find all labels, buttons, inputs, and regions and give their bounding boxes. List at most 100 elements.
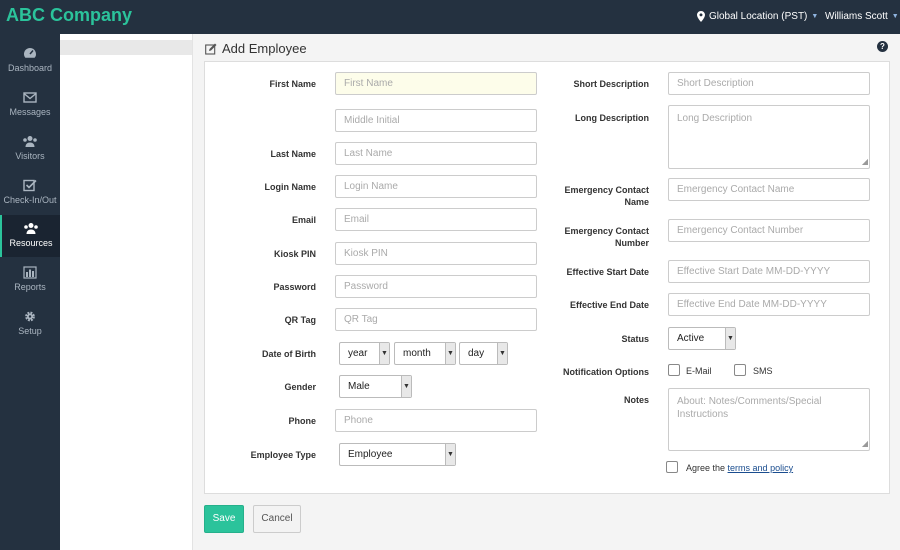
select-value: Male [348, 381, 370, 392]
first-name-input[interactable]: First Name [335, 72, 537, 95]
agree-terms-text: Agree the terms and policy [686, 463, 793, 473]
checkbox-icon [23, 179, 37, 192]
gender-select[interactable]: Male ▼ [339, 375, 412, 398]
notes-placeholder: About: Notes/Comments/Special Instructio… [677, 396, 822, 420]
select-value: year [348, 348, 368, 359]
emergency-name-input[interactable]: Emergency Contact Name [668, 178, 870, 201]
sidebar: Dashboard Messages Visitors Check-In/Out… [0, 34, 60, 550]
login-name-label: Login Name [264, 182, 316, 192]
emergency-name-label-line2: Name [624, 197, 649, 207]
sidebar-item-check-in-out[interactable]: Check-In/Out [0, 172, 60, 214]
notes-textarea[interactable]: About: Notes/Comments/Special Instructio… [668, 388, 870, 451]
top-bar: ABC Company Global Location (PST) ▼ Will… [0, 0, 900, 34]
phone-label: Phone [288, 416, 316, 426]
long-description-label: Long Description [575, 113, 649, 123]
page-title: Add Employee [222, 41, 307, 56]
main-content: Add Employee ? First Name First Name Mid… [193, 34, 900, 550]
chevron-down-icon: ▼ [497, 343, 507, 364]
sms-notification-label: SMS [753, 366, 773, 376]
location-selector[interactable]: Global Location (PST) ▼ [697, 11, 818, 22]
sidebar-item-resources[interactable]: Resources [0, 215, 60, 257]
status-label: Status [621, 334, 649, 344]
help-icon[interactable]: ? [877, 41, 888, 52]
users-icon [24, 223, 38, 234]
emergency-number-label-line2: Number [614, 238, 649, 248]
dashboard-icon [24, 48, 36, 58]
login-name-input[interactable]: Login Name [335, 175, 537, 198]
qr-tag-input[interactable]: QR Tag [335, 308, 537, 331]
sidebar-item-visitors[interactable]: Visitors [0, 128, 60, 170]
employee-form: First Name First Name Middle Initial Las… [204, 61, 890, 494]
select-value: day [468, 348, 485, 359]
sidebar-item-reports[interactable]: Reports [0, 259, 60, 301]
long-description-textarea[interactable]: Long Description ◢ [668, 105, 870, 169]
sidebar-item-label: Dashboard [7, 63, 53, 73]
map-marker-icon [697, 11, 705, 22]
short-description-label: Short Description [573, 79, 649, 89]
notification-label: Notification Options [563, 367, 649, 377]
gear-icon [25, 311, 35, 322]
sidebar-item-label: Resources [9, 238, 53, 248]
last-name-input[interactable]: Last Name [335, 142, 537, 165]
sidebar-item-label: Setup [18, 326, 42, 336]
agree-terms-label: Agree the [686, 463, 726, 473]
terms-policy-link[interactable]: terms and policy [728, 463, 794, 473]
notes-label: Notes [623, 395, 649, 405]
sidebar-item-label: Messages [9, 107, 51, 117]
chevron-down-icon: ▼ [445, 343, 455, 364]
brand-logo[interactable]: ABC Company [6, 5, 132, 26]
emergency-number-label-line1: Emergency Contact [564, 226, 649, 236]
emergency-number-label: Emergency Contact Number [545, 225, 649, 249]
chevron-down-icon: ▼ [811, 13, 819, 20]
email-notification-label: E-Mail [686, 366, 712, 376]
phone-input[interactable]: Phone [335, 409, 537, 432]
employee-type-label: Employee Type [250, 450, 316, 460]
start-date-input[interactable]: Effective Start Date MM-DD-YYYY [668, 260, 870, 283]
location-label: Global Location (PST) [709, 11, 808, 22]
save-button[interactable]: Save [204, 505, 244, 533]
kiosk-pin-input[interactable]: Kiosk PIN [335, 242, 537, 265]
sidebar-item-setup[interactable]: Setup [0, 303, 60, 345]
email-label: Email [291, 215, 316, 225]
users-icon [23, 136, 37, 147]
qr-tag-label: QR Tag [284, 315, 316, 325]
sidebar-item-label: Check-In/Out [3, 195, 57, 205]
edit-icon [205, 43, 217, 55]
last-name-label: Last Name [270, 149, 316, 159]
cancel-button[interactable]: Cancel [253, 505, 301, 533]
sidebar-item-label: Visitors [15, 151, 45, 161]
dob-day-select[interactable]: day ▼ [459, 342, 508, 365]
resize-grip-icon[interactable]: ◢ [862, 155, 868, 168]
chevron-down-icon: ▼ [891, 13, 899, 20]
emergency-number-input[interactable]: Emergency Contact Number [668, 219, 870, 242]
dob-year-select[interactable]: year ▼ [339, 342, 390, 365]
bar-chart-icon [23, 266, 37, 279]
emergency-name-label: Emergency Contact Name [545, 184, 649, 208]
sidebar-item-label: Reports [14, 282, 46, 292]
middle-initial-input[interactable]: Middle Initial [335, 109, 537, 132]
dob-month-select[interactable]: month ▼ [394, 342, 456, 365]
kiosk-pin-label: Kiosk PIN [273, 249, 316, 259]
email-input[interactable]: Email [335, 208, 537, 231]
secondary-panel-bar [60, 40, 192, 55]
password-input[interactable]: Password [335, 275, 537, 298]
chevron-down-icon: ▼ [445, 444, 455, 465]
long-description-placeholder: Long Description [677, 113, 753, 124]
status-select[interactable]: Active ▼ [668, 327, 736, 350]
short-description-input[interactable]: Short Description [668, 72, 870, 95]
select-value: Active [677, 333, 705, 344]
first-name-label: First Name [269, 79, 316, 89]
resize-grip-icon[interactable]: ◢ [862, 437, 868, 450]
email-notification-checkbox[interactable] [668, 364, 680, 376]
agree-terms-checkbox[interactable] [666, 461, 678, 473]
sidebar-item-messages[interactable]: Messages [0, 84, 60, 126]
sms-notification-checkbox[interactable] [734, 364, 746, 376]
emergency-name-label-line1: Emergency Contact [564, 185, 649, 195]
password-label: Password [273, 282, 316, 292]
end-date-input[interactable]: Effective End Date MM-DD-YYYY [668, 293, 870, 316]
chevron-down-icon: ▼ [401, 376, 411, 397]
sidebar-item-dashboard[interactable]: Dashboard [0, 40, 60, 82]
chevron-down-icon: ▼ [379, 343, 389, 364]
user-menu[interactable]: Williams Scott ▼ [825, 11, 899, 22]
employee-type-select[interactable]: Employee ▼ [339, 443, 456, 466]
